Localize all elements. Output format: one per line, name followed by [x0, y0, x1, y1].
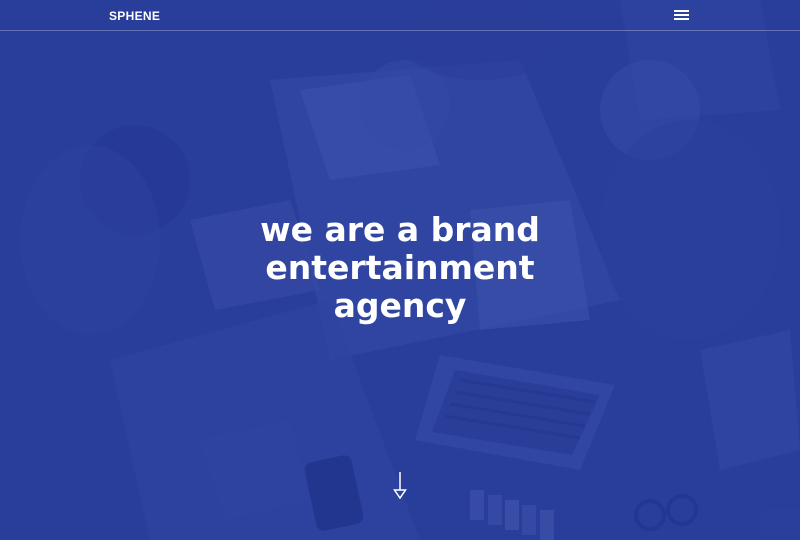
- hamburger-menu-icon[interactable]: [672, 7, 692, 23]
- site-logo[interactable]: SPHENE: [109, 9, 160, 23]
- arrow-down-icon[interactable]: [390, 471, 410, 501]
- top-navbar: SPHENE: [0, 0, 800, 31]
- menu-bar-line: [674, 18, 689, 20]
- menu-bar-line: [674, 10, 689, 12]
- hero-section: SPHENE we are a brand entertainment agen…: [0, 0, 800, 540]
- hero-headline: we are a brand entertainment agency: [260, 210, 540, 325]
- menu-bar-line: [674, 14, 689, 16]
